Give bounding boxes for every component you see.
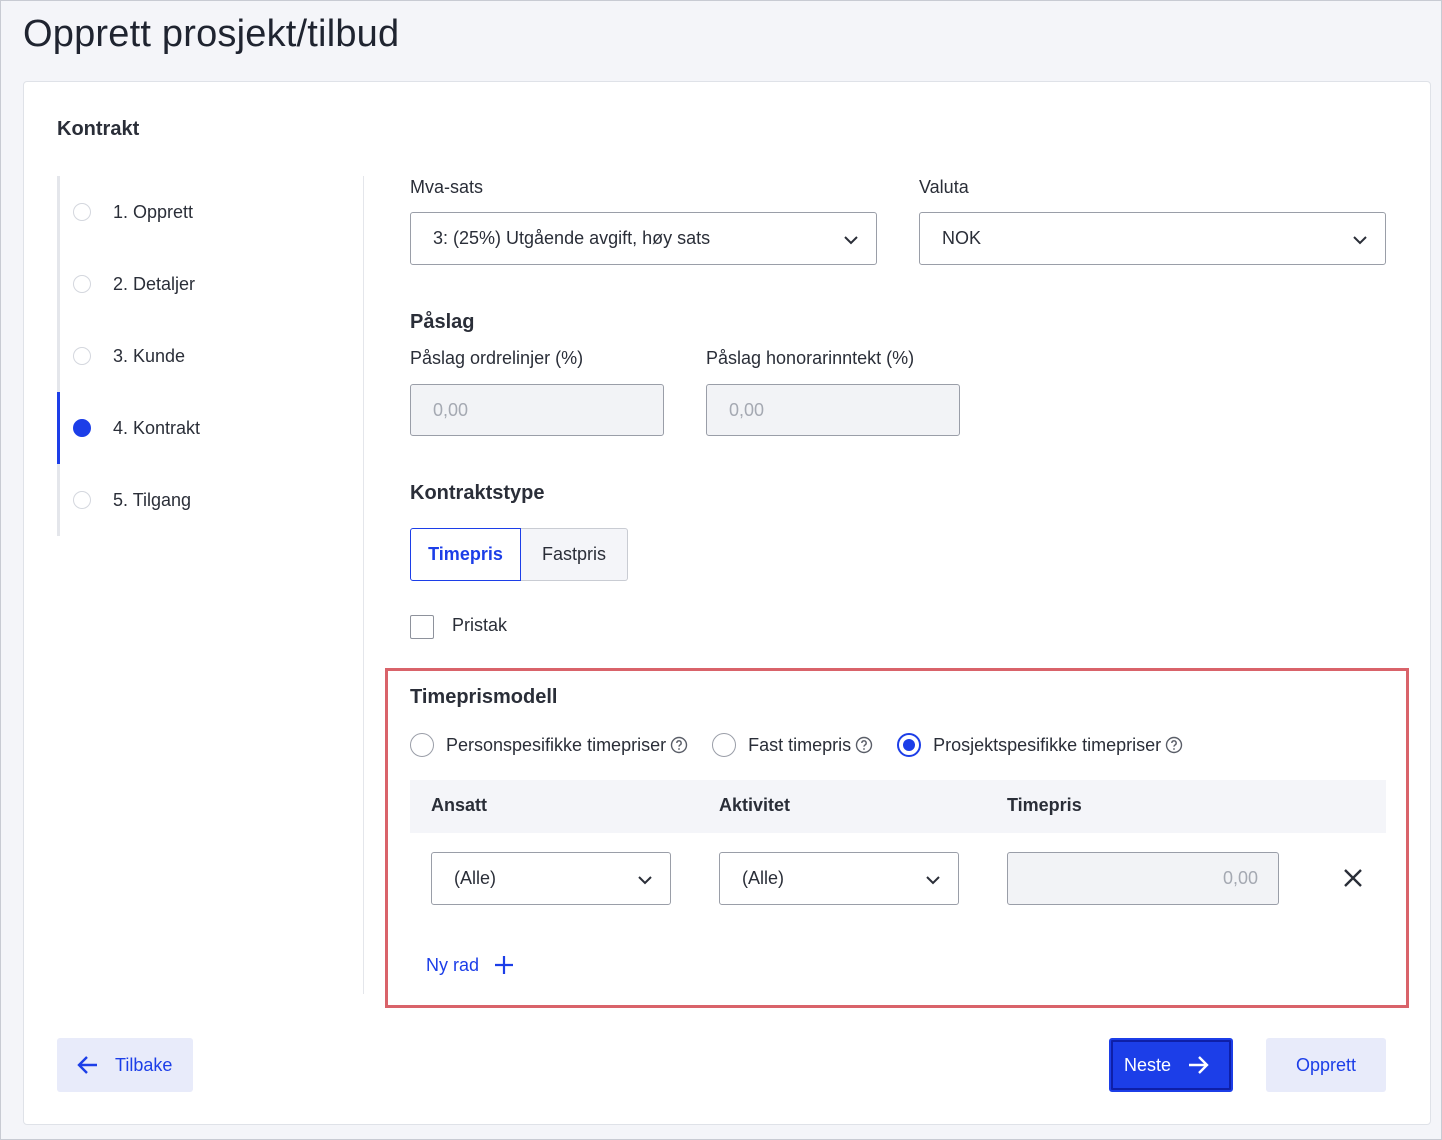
radio-label: Prosjektspesifikke timepriser [933, 734, 1162, 755]
step-detaljer[interactable]: 2. Detaljer [57, 248, 257, 320]
radio-person-specific[interactable] [410, 733, 434, 757]
arrow-right-icon [1189, 1056, 1209, 1074]
new-row-button[interactable]: Ny rad [426, 954, 515, 976]
currency-label: Valuta [919, 177, 969, 197]
back-button[interactable]: Tilbake [57, 1038, 193, 1092]
step-dot [73, 347, 91, 365]
active-step-indicator [57, 392, 60, 464]
radio-project-specific[interactable] [897, 733, 922, 757]
help-icon[interactable] [1165, 736, 1183, 754]
markup-orderlines-input[interactable]: 0,00 [410, 384, 664, 436]
contract-type-title: Kontraktstype [410, 482, 545, 504]
next-button[interactable]: Neste [1109, 1038, 1233, 1092]
column-header-ansatt: Ansatt [431, 795, 488, 815]
contract-type-timepris[interactable]: Timepris [410, 528, 521, 581]
step-dot [73, 275, 91, 293]
currency-select[interactable]: NOK [919, 212, 1386, 265]
next-label: Neste [1124, 1054, 1172, 1075]
help-icon[interactable] [855, 736, 873, 754]
step-dot [73, 419, 91, 437]
rates-table-header: Ansatt Aktivitet Timepris [410, 780, 1386, 833]
radio-label: Fast timepris [748, 734, 852, 755]
markup-fee-input[interactable]: 0,00 [706, 384, 960, 436]
help-icon[interactable] [670, 736, 688, 754]
currency-value: NOK [942, 228, 982, 248]
step-dot [73, 491, 91, 509]
column-header-aktivitet: Aktivitet [719, 795, 791, 815]
page-title: Opprett prosjekt/tilbud [23, 13, 400, 55]
activity-select[interactable]: (Alle) [719, 852, 959, 905]
step-tilgang[interactable]: 5. Tilgang [57, 464, 257, 536]
hourly-model-highlight [385, 668, 1409, 1008]
chevron-down-icon [926, 876, 940, 885]
vat-value: 3: (25%) Utgående avgift, høy sats [433, 228, 711, 248]
step-kunde[interactable]: 3. Kunde [57, 320, 257, 392]
step-kontrakt[interactable]: 4. Kontrakt [57, 392, 257, 464]
radio-label: Personspesifikke timepriser [446, 734, 667, 755]
contract-type-fastpris[interactable]: Fastpris [521, 528, 628, 581]
employee-select[interactable]: (Alle) [431, 852, 671, 905]
markup-fee-label: Påslag honorarinntekt (%) [706, 348, 915, 368]
contract-type-toggle: Timepris Fastpris [410, 528, 628, 581]
step-label: 1. Opprett [113, 201, 194, 222]
rate-input[interactable]: 0,00 [1007, 852, 1279, 905]
step-dot [73, 203, 91, 221]
price-cap-label: Pristak [452, 615, 508, 635]
step-label: 4. Kontrakt [113, 417, 201, 438]
price-cap-checkbox[interactable] [410, 615, 434, 639]
vat-label: Mva-sats [410, 177, 484, 197]
step-opprett[interactable]: 1. Opprett [57, 176, 257, 248]
radio-fixed-rate[interactable] [712, 733, 737, 757]
step-label: 3. Kunde [113, 345, 186, 366]
stepper: 1. Opprett 2. Detaljer 3. Kunde 4. Kontr… [57, 176, 217, 536]
chevron-down-icon [1353, 236, 1367, 245]
step-label: 5. Tilgang [113, 489, 192, 510]
new-row-label: Ny rad [426, 954, 480, 975]
arrow-left-icon [77, 1056, 97, 1074]
vat-select[interactable]: 3: (25%) Utgående avgift, høy sats [410, 212, 877, 265]
section-title: Kontrakt [57, 118, 140, 140]
chevron-down-icon [638, 876, 652, 885]
markup-orderlines-label: Påslag ordrelinjer (%) [410, 348, 584, 368]
markup-title: Påslag [410, 311, 475, 333]
form-card: Kontrakt 1. Opprett 2. Detaljer 3. Kunde… [23, 81, 1431, 1125]
employee-value: (Alle) [454, 868, 497, 888]
close-icon[interactable] [1342, 867, 1364, 889]
column-header-timepris: Timepris [1007, 795, 1082, 815]
step-label: 2. Detaljer [113, 273, 196, 294]
plus-icon [495, 956, 514, 974]
create-button[interactable]: Opprett [1266, 1038, 1386, 1092]
hourly-model-title: Timeprismodell [410, 686, 558, 708]
chevron-down-icon [844, 236, 858, 245]
divider [363, 176, 364, 994]
hourly-model-options: Personspesifikke timepriser Fast timepri… [410, 732, 1183, 758]
back-label: Tilbake [115, 1054, 173, 1075]
activity-value: (Alle) [742, 868, 785, 888]
